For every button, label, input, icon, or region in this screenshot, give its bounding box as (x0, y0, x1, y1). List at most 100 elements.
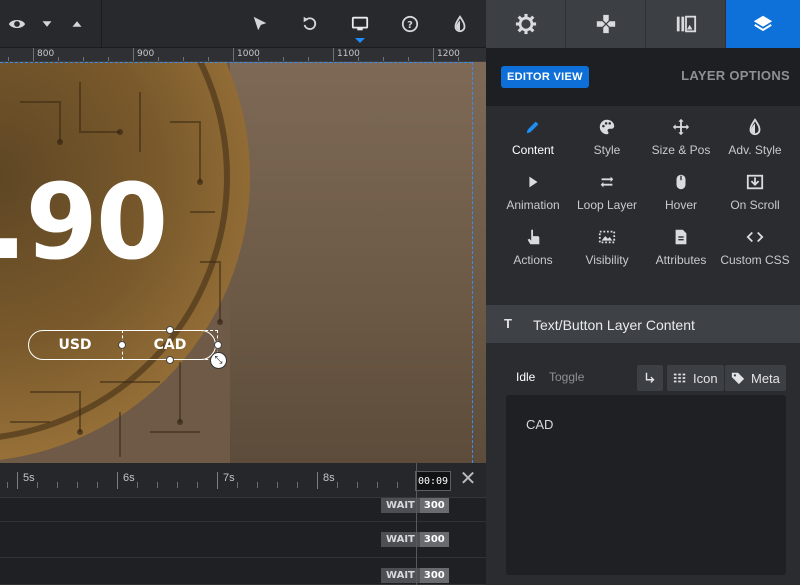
ruler-tick: 900 (133, 48, 154, 61)
option-visibility[interactable]: Visibility (570, 228, 644, 278)
scroll-icon (746, 174, 764, 190)
timeline-row[interactable]: WAIT 300 (0, 498, 486, 522)
option-hover[interactable]: Hover (644, 173, 718, 223)
help-icon[interactable]: ? (399, 13, 421, 35)
contrast-icon[interactable] (449, 13, 471, 35)
option-label: Visibility (585, 253, 629, 267)
timeline-row[interactable]: WAIT 300 (0, 522, 486, 558)
option-on-scroll[interactable]: On Scroll (718, 173, 792, 223)
play-icon (529, 176, 538, 188)
option-label: Animation (506, 198, 560, 212)
close-icon[interactable]: ✕ (459, 469, 477, 489)
section-header[interactable]: T Text/Button Layer Content (486, 305, 800, 343)
wait-label: WAIT (381, 568, 420, 583)
option-loop-layer[interactable]: Loop Layer (570, 173, 644, 223)
editor-view-button[interactable]: EDITOR VIEW (501, 66, 589, 88)
gear-icon[interactable] (486, 0, 566, 48)
wait-badge[interactable]: WAIT 300 (381, 498, 449, 513)
svg-text:?: ? (407, 20, 413, 31)
canvas-guide-top (0, 62, 472, 63)
meta-button-label: Meta (751, 370, 780, 386)
timeline-tick: 5s (17, 472, 35, 489)
wait-value: 300 (419, 568, 449, 583)
canvas-guide-right (472, 62, 473, 463)
meta-button[interactable]: Meta (725, 365, 786, 391)
active-device-marker (355, 38, 365, 43)
return-arrow-icon (645, 372, 655, 383)
pointer-icon[interactable] (249, 13, 271, 35)
caret-down-icon[interactable] (36, 13, 58, 35)
hand-pointer-icon (527, 229, 540, 245)
layer-text-editor[interactable]: CAD (506, 395, 786, 575)
state-idle-tab[interactable]: Idle (516, 370, 535, 384)
toolbar-divider (101, 0, 102, 48)
icon-button[interactable]: Icon (667, 365, 724, 391)
wait-value: 300 (419, 498, 449, 513)
loop-icon (600, 176, 614, 188)
selection-handle[interactable] (118, 341, 126, 349)
layers-icon[interactable] (726, 0, 800, 48)
text-layer-icon: T (504, 316, 512, 331)
gamepad-icon[interactable] (566, 0, 646, 48)
caret-up-icon[interactable] (66, 13, 88, 35)
timeline-row[interactable]: WAIT 300 (0, 558, 486, 585)
selection-handle[interactable] (166, 326, 174, 334)
timeline-timecode[interactable]: 00:09 (415, 471, 451, 491)
option-label: Actions (513, 253, 553, 267)
selection-handle[interactable] (214, 341, 222, 349)
drop-icon (749, 118, 761, 136)
wait-label: WAIT (381, 532, 420, 547)
ruler-tick: 1000 (233, 48, 260, 61)
timeline-tick: 6s (117, 472, 135, 489)
state-toggle-tab[interactable]: Toggle (549, 370, 584, 384)
option-label: Style (593, 143, 621, 157)
layer-settings-panel: EDITOR VIEW LAYER OPTIONS Content Style … (486, 0, 800, 585)
resize-handle-icon[interactable]: ⤡ (210, 352, 227, 369)
option-attributes[interactable]: Attributes (644, 228, 718, 278)
layer-options-button[interactable]: LAYER OPTIONS (681, 68, 790, 83)
ruler-tick: 800 (33, 48, 54, 61)
option-label: Adv. Style (728, 143, 782, 157)
mouse-icon (676, 174, 686, 190)
library-icon[interactable] (646, 0, 726, 48)
option-content[interactable]: Content (496, 118, 570, 168)
usd-button-layer[interactable]: USD (28, 330, 122, 360)
palette-icon (599, 119, 615, 135)
ruler-tick: 1200 (433, 48, 460, 61)
view-switcher: EDITOR VIEW LAYER OPTIONS (486, 48, 800, 106)
icon-button-label: Icon (693, 370, 718, 386)
visibility-icon (598, 230, 616, 244)
option-animation[interactable]: Animation (496, 173, 570, 223)
price-text-layer[interactable]: .90 (0, 170, 168, 274)
editor-toolbar: ? (0, 0, 486, 48)
option-actions[interactable]: Actions (496, 228, 570, 278)
slide-canvas[interactable]: .90 USD CAD ⤡ (0, 62, 486, 463)
option-label: On Scroll (730, 198, 780, 212)
line-break-button[interactable] (637, 365, 663, 391)
slider-editor: ? 800 900 1000 1100 1200 .90 USD CAD ⤡ 5… (0, 0, 800, 585)
option-label: Hover (664, 198, 697, 212)
selection-handle[interactable] (166, 356, 174, 364)
wait-badge[interactable]: WAIT 300 (381, 532, 449, 547)
move-icon (672, 118, 690, 136)
option-size-pos[interactable]: Size & Pos (644, 118, 718, 168)
desktop-icon[interactable] (349, 13, 371, 35)
panel-tabs (486, 0, 800, 48)
wait-badge[interactable]: WAIT 300 (381, 568, 449, 583)
eye-icon[interactable] (6, 13, 28, 35)
wait-value: 300 (419, 532, 449, 547)
timeline-tick: 8s (317, 472, 335, 489)
grid-dots-icon (673, 373, 686, 383)
option-label: Content (511, 143, 555, 157)
tag-icon (731, 372, 745, 385)
option-label: Loop Layer (576, 198, 638, 212)
timeline-playhead[interactable] (416, 463, 417, 585)
undo-icon[interactable] (299, 13, 321, 35)
option-adv-style[interactable]: Adv. Style (718, 118, 792, 168)
option-label: Custom CSS (720, 253, 790, 267)
layer-text-value: CAD (526, 417, 554, 432)
option-style[interactable]: Style (570, 118, 644, 168)
option-custom-css[interactable]: Custom CSS (718, 228, 792, 278)
option-label: Size & Pos (651, 143, 711, 157)
horizontal-ruler: 800 900 1000 1100 1200 (0, 48, 486, 62)
